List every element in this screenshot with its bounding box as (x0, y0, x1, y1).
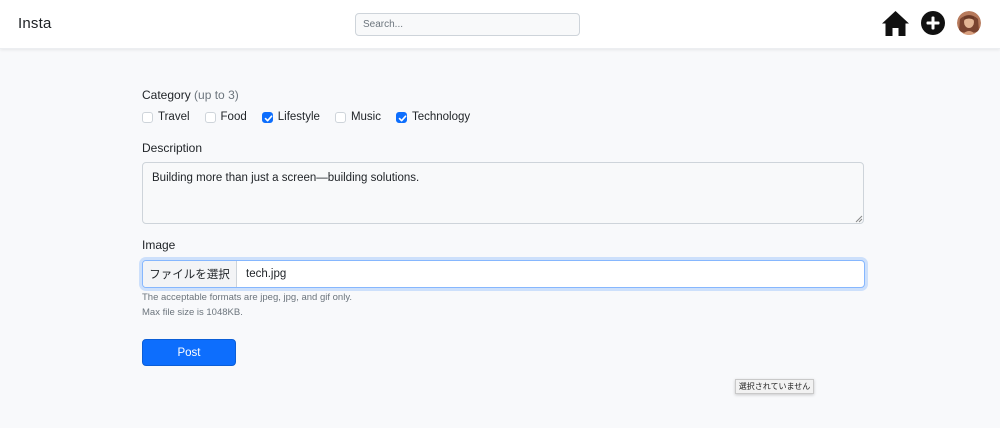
check-icon (398, 114, 407, 121)
checkbox-label[interactable]: Lifestyle (278, 111, 320, 123)
checkbox-box-checked[interactable] (395, 111, 407, 123)
image-help-size: Max file size is 1048KB. (142, 307, 243, 318)
checkbox-box[interactable] (204, 111, 216, 123)
checkbox-box[interactable] (142, 111, 153, 123)
avatar[interactable] (957, 11, 981, 35)
checkbox-technology[interactable]: Technology (395, 111, 470, 123)
checkbox-label[interactable]: Technology (412, 111, 470, 123)
post-button[interactable]: Post (142, 339, 236, 366)
checkbox-label[interactable]: Travel (158, 111, 190, 123)
category-checkbox-group: Travel Food Lifestyle Music Technology (142, 110, 485, 124)
checkbox-box-checked[interactable] (261, 111, 273, 123)
category-label: Category (up to 3) (142, 88, 239, 102)
checkbox-box[interactable] (334, 111, 346, 123)
navbar: Insta (0, 0, 1000, 49)
image-help-formats: The acceptable formats are jpeg, jpg, an… (142, 292, 353, 303)
choose-file-button[interactable]: ファイルを選択 (143, 261, 237, 287)
home-icon[interactable] (881, 10, 910, 37)
checkbox-label[interactable]: Music (351, 111, 381, 123)
check-icon (264, 114, 273, 121)
description-textarea[interactable] (142, 162, 864, 224)
category-hint: (up to 3) (194, 88, 239, 102)
resize-grip-icon[interactable] (855, 215, 863, 223)
checkbox-food[interactable]: Food (204, 111, 247, 123)
image-label: Image (142, 238, 176, 252)
image-file-input[interactable]: ファイルを選択 tech.jpg (142, 260, 865, 288)
plus-circle-icon[interactable] (921, 11, 945, 35)
checkbox-travel[interactable]: Travel (142, 111, 190, 123)
selected-file-name: tech.jpg (246, 268, 287, 280)
checkbox-music[interactable]: Music (334, 111, 381, 123)
checkbox-label[interactable]: Food (221, 111, 247, 123)
brand-logo[interactable]: Insta (18, 15, 52, 32)
description-label: Description (142, 141, 203, 155)
search-input[interactable] (355, 13, 580, 36)
checkbox-lifestyle[interactable]: Lifestyle (261, 111, 320, 123)
category-label-text: Category (142, 88, 191, 102)
file-tooltip: 選択されていません (735, 379, 814, 394)
